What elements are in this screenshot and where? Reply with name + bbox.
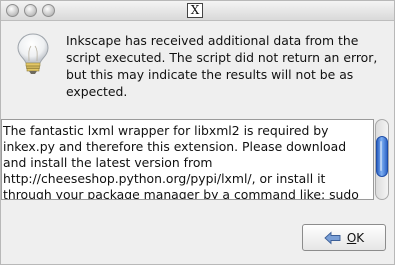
lightbulb-icon	[17, 33, 49, 74]
ok-mnemonic: O	[346, 230, 357, 245]
back-arrow-icon	[324, 230, 341, 245]
minimize-window-button[interactable]	[24, 4, 37, 17]
x11-icon: X	[187, 3, 203, 18]
detail-text: The fantastic lxml wrapper for libxml2 i…	[3, 123, 359, 200]
ok-label-rest: K	[356, 230, 365, 245]
dialog-message: Inkscape has received additional data fr…	[66, 33, 378, 99]
close-window-button[interactable]	[6, 4, 19, 17]
dialog-window: X Inkscape has received additional data …	[0, 0, 395, 265]
ok-button[interactable]: OK	[302, 224, 386, 251]
detail-text-area[interactable]: The fantastic lxml wrapper for libxml2 i…	[1, 119, 374, 200]
maximize-window-button[interactable]	[42, 4, 55, 17]
ok-button-label: OK	[347, 231, 364, 245]
scrollbar-thumb[interactable]	[376, 136, 388, 177]
title-bar[interactable]: X	[1, 1, 394, 21]
